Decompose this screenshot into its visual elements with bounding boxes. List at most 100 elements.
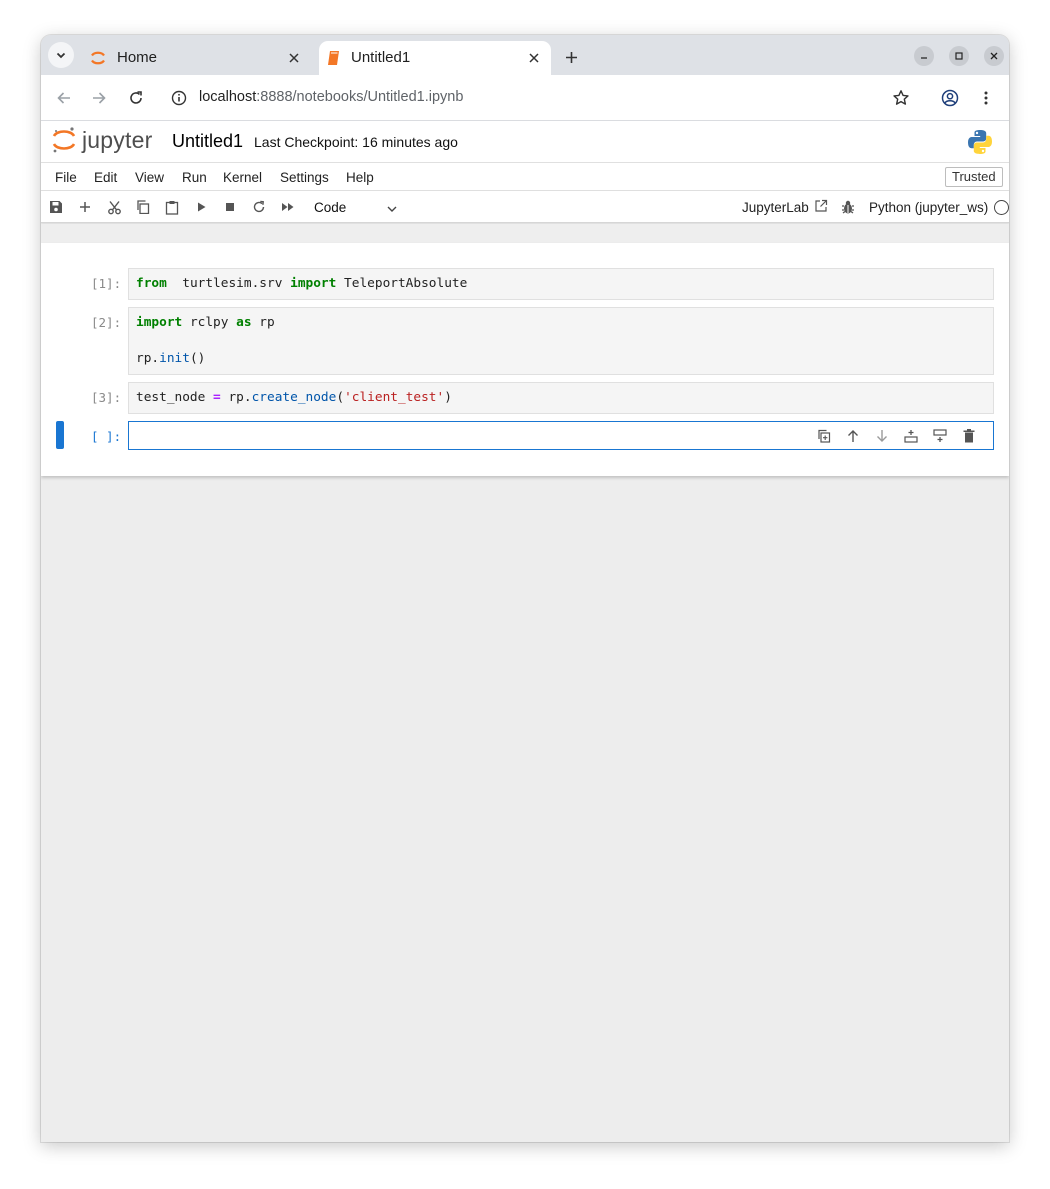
notebook-title[interactable]: Untitled1 xyxy=(172,131,243,152)
save-button[interactable] xyxy=(47,198,65,216)
arrow-up-icon xyxy=(848,430,858,442)
cell-type-select[interactable]: Code xyxy=(314,200,346,215)
code-text: rp. xyxy=(220,390,252,405)
insert-cell-below-button[interactable] xyxy=(932,428,948,444)
code-function: create_node xyxy=(251,390,337,405)
arrow-right-icon xyxy=(93,92,106,104)
close-icon[interactable] xyxy=(285,49,303,67)
save-icon xyxy=(50,201,62,213)
menu-file[interactable]: File xyxy=(55,170,77,185)
notebook-panel: [1]: from turtlesim.srv import TeleportA… xyxy=(41,243,1009,476)
code-input[interactable] xyxy=(128,421,994,450)
arrow-down-icon xyxy=(877,430,887,442)
tab-home[interactable]: Home xyxy=(85,41,311,75)
move-cell-up-button[interactable] xyxy=(845,428,861,444)
new-tab-button[interactable] xyxy=(559,45,583,69)
star-icon xyxy=(893,90,909,105)
trash-icon xyxy=(963,429,975,443)
open-jupyterlab-link[interactable]: JupyterLab xyxy=(742,200,809,215)
tab-search-button[interactable] xyxy=(48,42,74,68)
more-vert-icon xyxy=(984,91,988,105)
close-icon xyxy=(990,52,998,60)
move-cell-down-button[interactable] xyxy=(874,428,890,444)
bookmark-button[interactable] xyxy=(889,86,913,110)
profile-button[interactable] xyxy=(938,86,962,110)
clipboard-icon xyxy=(165,200,179,215)
code-operator: = xyxy=(213,390,221,405)
menu-kernel[interactable]: Kernel xyxy=(223,170,262,185)
jupyter-header: jupyter Untitled1 Last Checkpoint: 16 mi… xyxy=(41,121,1009,163)
menu-help[interactable]: Help xyxy=(346,170,374,185)
jupyter-wordmark[interactable]: jupyter xyxy=(82,127,152,154)
code-keyword: import xyxy=(290,276,337,291)
cell-toolbar xyxy=(816,428,977,444)
window-close-button[interactable] xyxy=(984,46,1004,66)
code-line: from turtlesim.srv import TeleportAbsolu… xyxy=(136,275,986,293)
cut-button[interactable] xyxy=(105,198,123,216)
reload-button[interactable] xyxy=(124,86,148,110)
code-line: import rclpy as rp xyxy=(136,314,986,332)
restart-run-all-button[interactable] xyxy=(279,198,297,216)
jupyter-logo-icon[interactable] xyxy=(52,126,76,154)
external-link-icon[interactable] xyxy=(814,199,828,213)
delete-cell-button[interactable] xyxy=(961,428,977,444)
duplicate-icon xyxy=(818,429,831,443)
copy-button[interactable] xyxy=(134,198,152,216)
paste-button[interactable] xyxy=(163,198,181,216)
notebook-favicon-icon xyxy=(328,51,339,65)
code-text: () xyxy=(189,351,206,366)
insert-below-icon xyxy=(933,429,947,442)
url-path: :8888/notebooks/Untitled1.ipynb xyxy=(256,89,464,105)
run-cell-button[interactable] xyxy=(192,198,210,216)
duplicate-cell-button[interactable] xyxy=(816,428,832,444)
minimize-button[interactable] xyxy=(914,46,934,66)
omnibox[interactable]: localhost:8888/notebooks/Untitled1.ipynb xyxy=(161,80,923,116)
notebook-toolbar: Code JupyterLab Python (jupyter_ws) xyxy=(41,191,1009,223)
code-keyword: as xyxy=(236,315,252,330)
plus-icon xyxy=(80,202,90,212)
code-line: rp.init() xyxy=(136,350,986,368)
insert-cell-above-button[interactable] xyxy=(903,428,919,444)
minimize-icon xyxy=(921,57,927,59)
forward-button[interactable] xyxy=(87,86,111,110)
kernel-idle-indicator xyxy=(994,200,1009,215)
code-input[interactable]: test_node = rp.create_node('client_test'… xyxy=(128,382,994,414)
maximize-button[interactable] xyxy=(949,46,969,66)
menu-view[interactable]: View xyxy=(135,170,164,185)
bug-icon[interactable] xyxy=(840,199,856,215)
code-keyword: from xyxy=(136,276,167,291)
fast-forward-icon xyxy=(282,203,294,211)
restart-kernel-button[interactable] xyxy=(250,198,268,216)
kernel-name[interactable]: Python (jupyter_ws) xyxy=(869,200,988,215)
tab-title: Untitled1 xyxy=(351,49,411,66)
menu-run[interactable]: Run xyxy=(182,170,207,185)
close-icon[interactable] xyxy=(525,49,543,67)
browser-menu-button[interactable] xyxy=(974,86,998,110)
scissors-icon xyxy=(107,200,121,214)
code-text: rp. xyxy=(136,351,160,366)
menu-edit[interactable]: Edit xyxy=(94,170,117,185)
interrupt-kernel-button[interactable] xyxy=(221,198,239,216)
code-function: init xyxy=(159,351,190,366)
tab-untitled1[interactable]: Untitled1 xyxy=(319,41,551,75)
maximize-icon xyxy=(955,52,963,60)
code-input[interactable]: from turtlesim.srv import TeleportAbsolu… xyxy=(128,268,994,300)
copy-icon xyxy=(137,200,150,214)
code-text: ( xyxy=(336,390,345,405)
info-icon[interactable] xyxy=(171,90,187,106)
notebook-top-gap xyxy=(41,224,1009,243)
menu-settings[interactable]: Settings xyxy=(280,170,329,185)
trusted-indicator[interactable]: Trusted xyxy=(945,167,1003,187)
back-button[interactable] xyxy=(52,86,76,110)
code-text: TeleportAbsolute xyxy=(336,276,468,291)
chevron-down-icon[interactable] xyxy=(385,202,399,216)
python-logo-icon xyxy=(968,130,992,154)
code-input[interactable]: import rclpy as rp rp.init() xyxy=(128,307,994,375)
menu-bar: File Edit View Run Kernel Settings Help … xyxy=(41,163,1009,191)
url-host: localhost xyxy=(199,89,257,105)
code-text: rclpy xyxy=(182,315,237,330)
insert-cell-button[interactable] xyxy=(76,198,94,216)
chevron-down-icon xyxy=(56,52,66,59)
